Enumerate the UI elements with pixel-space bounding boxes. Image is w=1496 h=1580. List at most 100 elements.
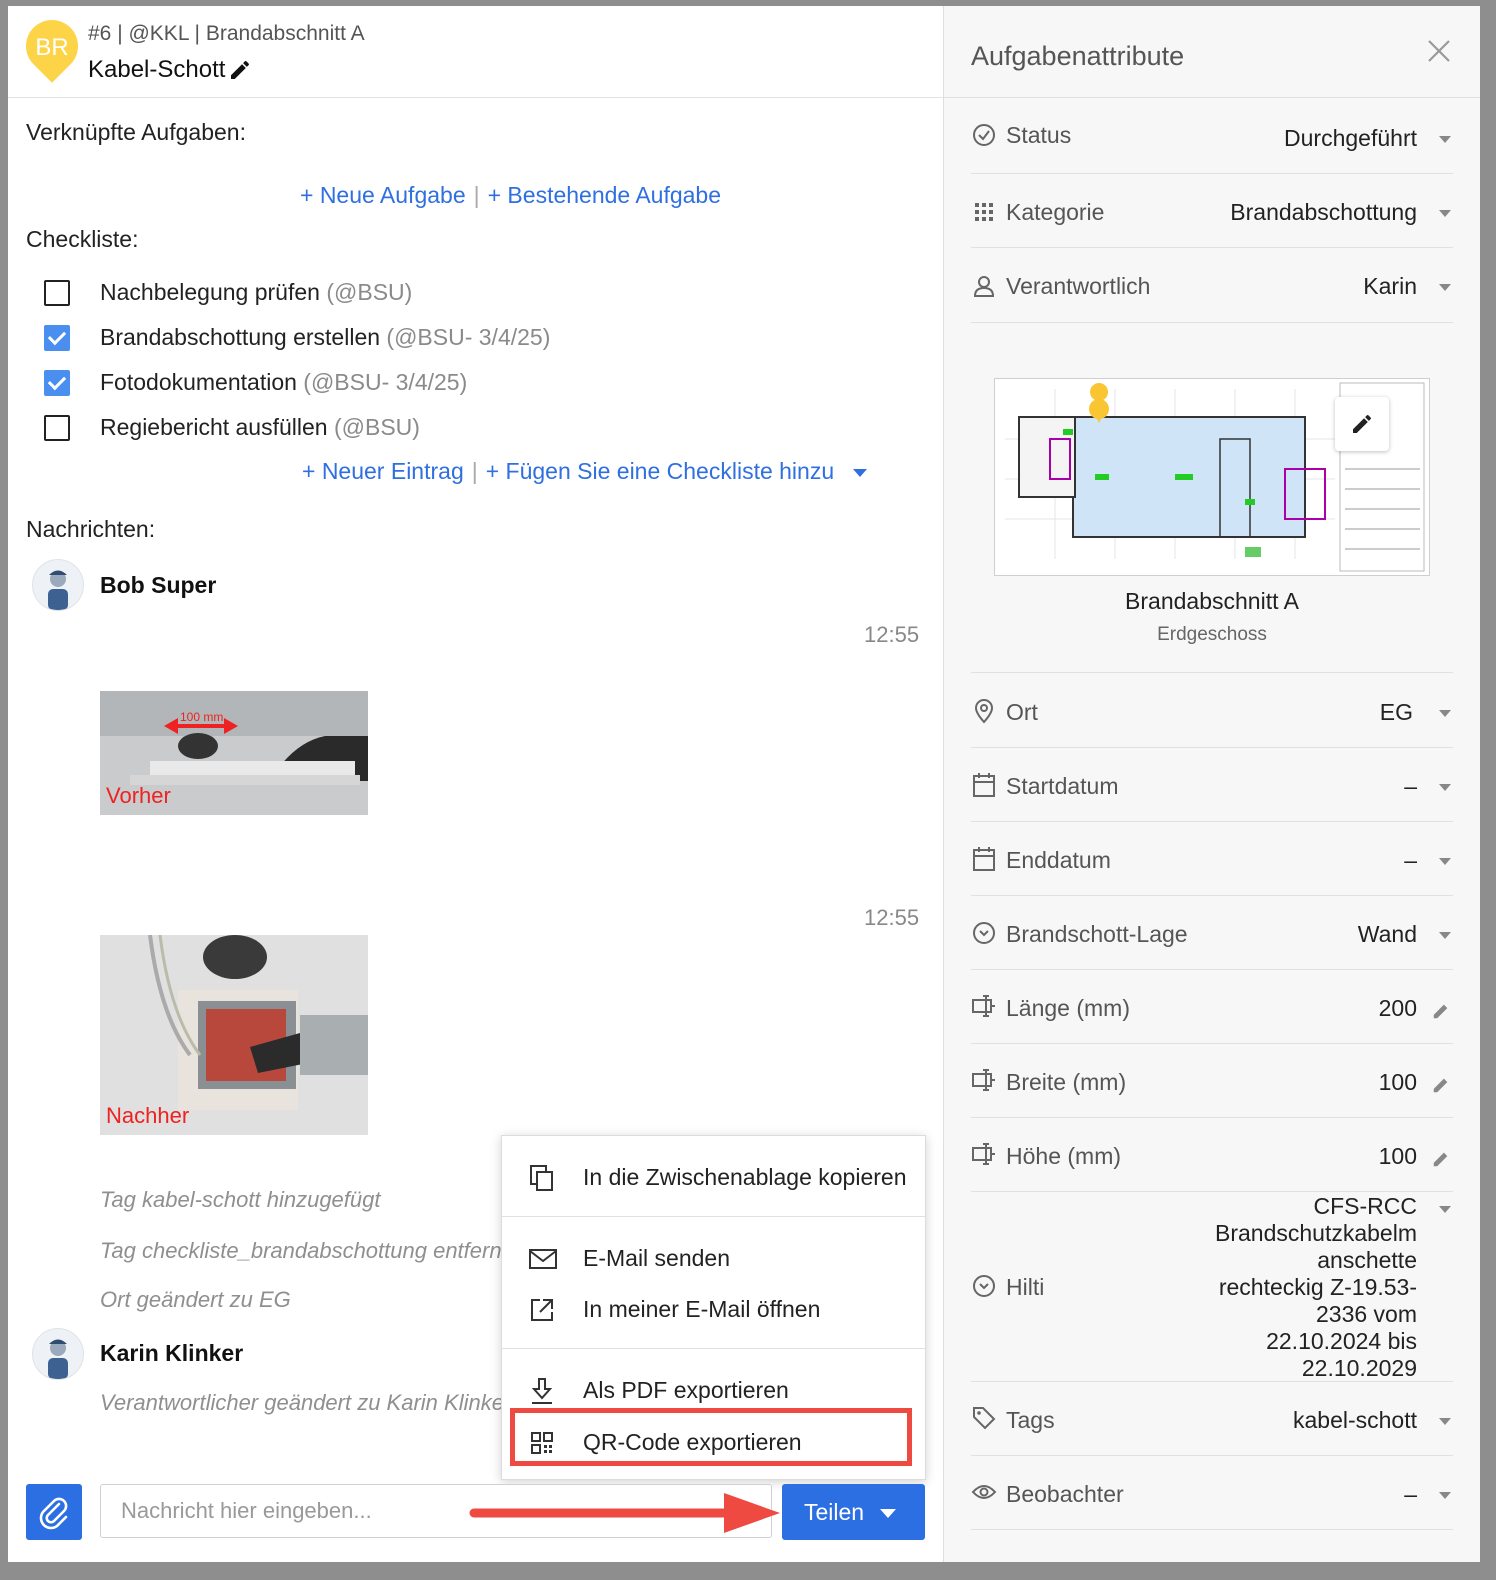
user-avatar-icon — [48, 1339, 68, 1379]
attr-fire-barrier-position[interactable]: Brandschott-Lage Wand — [971, 895, 1453, 970]
new-task-link[interactable]: + Neue Aufgabe — [300, 182, 466, 208]
attr-label: Kategorie — [1006, 199, 1105, 225]
attr-watchers[interactable]: Beobachter – — [971, 1455, 1453, 1530]
checklist-item-meta: (@BSU- 3/4/25) — [303, 369, 468, 395]
task-title[interactable]: Kabel-Schott — [88, 56, 225, 84]
attr-value: Wand — [1357, 921, 1417, 947]
plan-name: Brandabschnitt A — [1125, 588, 1299, 614]
photo-before[interactable]: 100 mm Vorher — [100, 691, 368, 815]
photo-caption: Nachher — [106, 1103, 190, 1128]
attr-end-date[interactable]: Enddatum – — [971, 821, 1453, 896]
caret-down-icon — [880, 1509, 896, 1518]
attr-status[interactable]: Status Durchgeführt — [971, 98, 1453, 174]
share-button-label: Teilen — [804, 1499, 865, 1525]
menu-item-label: In die Zwischenablage kopieren — [583, 1164, 907, 1190]
attr-value: – — [1404, 1481, 1417, 1507]
new-entry-link[interactable]: + Neuer Eintrag — [302, 458, 464, 484]
avatar — [32, 559, 84, 611]
checklist-checkbox[interactable] — [44, 280, 70, 306]
add-checklist-link[interactable]: + Fügen Sie eine Checkliste hinzu — [486, 458, 834, 484]
attr-length[interactable]: Länge (mm) 200 — [971, 969, 1453, 1044]
chevron-down-icon — [1439, 784, 1451, 791]
checklist-checkbox[interactable] — [44, 325, 70, 351]
floor-plan-thumbnail[interactable] — [994, 378, 1430, 576]
task-attributes-panel: Aufgabenattribute Status Durchgeführt Ka… — [943, 6, 1480, 1562]
attr-label: Tags — [1006, 1407, 1055, 1433]
tag-icon — [973, 1407, 996, 1430]
chevron-down-icon — [1439, 136, 1451, 143]
attr-label: Brandschott-Lage — [1006, 921, 1188, 947]
attr-location[interactable]: Ort EG — [971, 673, 1453, 748]
pin-initials: BR — [35, 34, 69, 61]
checklist-item-label: Nachbelegung prüfen — [100, 279, 320, 305]
checklist-item[interactable]: Regiebericht ausfüllen (@BSU) — [100, 414, 420, 441]
calendar-icon — [973, 847, 995, 871]
edit-plan-button[interactable] — [1335, 397, 1389, 451]
checklist-item[interactable]: Nachbelegung prüfen (@BSU) — [100, 279, 412, 306]
edit-title-icon[interactable] — [228, 58, 252, 82]
copy-icon — [530, 1165, 553, 1191]
menu-item-label: In meiner E-Mail öffnen — [583, 1296, 821, 1322]
close-icon[interactable] — [1426, 38, 1452, 64]
menu-item-label: Als PDF exportieren — [583, 1377, 789, 1403]
plan-floor: Erdgeschoss — [1157, 624, 1267, 645]
share-button[interactable]: Teilen — [782, 1484, 925, 1540]
activity-log-item: Ort geändert zu EG — [100, 1287, 291, 1312]
text-field-icon — [972, 995, 995, 1017]
checklist-checkbox[interactable] — [44, 415, 70, 441]
attr-start-date[interactable]: Startdatum – — [971, 747, 1453, 822]
highlight-box — [510, 1408, 912, 1466]
chevron-down-icon — [1439, 710, 1451, 717]
chevron-down-icon[interactable] — [852, 468, 867, 477]
chevron-down-icon — [1439, 1206, 1451, 1213]
checklist-item[interactable]: Brandabschottung erstellen (@BSU- 3/4/25… — [100, 324, 550, 351]
check-circle-icon — [973, 124, 995, 146]
attr-hilti[interactable]: Hilti CFS-RCC Brandschutzkabelm anschett… — [971, 1191, 1453, 1382]
separator: | — [471, 458, 478, 484]
menu-item-open-email[interactable]: In meiner E-Mail öffnen — [502, 1284, 925, 1334]
attr-category[interactable]: Kategorie Brandabschottung — [971, 173, 1453, 248]
chevron-down-icon — [1439, 1492, 1451, 1499]
external-link-icon — [531, 1299, 553, 1321]
attr-label: Startdatum — [1006, 773, 1119, 799]
checklist-checkbox[interactable] — [44, 370, 70, 396]
avatar — [32, 1328, 84, 1380]
messages-heading: Nachrichten: — [26, 516, 156, 542]
task-header: BR #6 | @KKL | Brandabschnitt A Kabel-Sc… — [8, 6, 943, 98]
chevron-circle-icon — [973, 1275, 995, 1297]
checklist-item-label: Brandabschottung erstellen — [100, 324, 381, 350]
user-avatar-icon — [48, 570, 68, 610]
measurement-label: 100 mm — [180, 710, 224, 724]
chevron-down-icon — [1439, 284, 1451, 291]
existing-task-link[interactable]: + Bestehende Aufgabe — [488, 182, 721, 208]
checklist-item-label: Regiebericht ausfüllen — [100, 414, 328, 440]
checklist-heading: Checkliste: — [26, 226, 139, 252]
attr-height[interactable]: Höhe (mm) 100 — [971, 1117, 1453, 1192]
menu-item-copy[interactable]: In die Zwischenablage kopieren — [502, 1152, 925, 1202]
menu-item-send-email[interactable]: E-Mail senden — [502, 1233, 925, 1283]
attr-responsible[interactable]: Verantwortlich Karin — [971, 247, 1453, 323]
photo-after[interactable]: Nachher — [100, 935, 368, 1135]
attr-label: Beobachter — [1006, 1481, 1124, 1507]
activity-log-item: Verantwortlicher geändert zu Karin Klink… — [100, 1390, 512, 1415]
user-icon — [973, 276, 995, 297]
pencil-icon[interactable] — [1431, 1147, 1453, 1169]
message-author: Bob Super — [100, 572, 217, 598]
checklist-item-label: Fotodokumentation — [100, 369, 297, 395]
attr-tags[interactable]: Tags kabel-schott — [971, 1381, 1453, 1456]
photo-caption: Vorher — [106, 783, 171, 808]
menu-divider — [502, 1348, 925, 1349]
pencil-icon[interactable] — [1431, 999, 1453, 1021]
attr-value: CFS-RCC Brandschutzkabelm anschette rech… — [1215, 1193, 1417, 1381]
checklist-actions: + Neuer Eintrag | + Fügen Sie eine Checkli… — [302, 458, 867, 485]
pencil-icon[interactable] — [1431, 1073, 1453, 1095]
attach-button[interactable] — [26, 1484, 82, 1540]
linked-tasks-heading: Verknüpfte Aufgaben: — [26, 119, 246, 145]
attr-width[interactable]: Breite (mm) 100 — [971, 1043, 1453, 1118]
checklist-item[interactable]: Fotodokumentation (@BSU- 3/4/25) — [100, 369, 467, 396]
pencil-icon — [1353, 414, 1371, 433]
breadcrumb: #6 | @KKL | Brandabschnitt A — [88, 22, 365, 45]
attr-value: Durchgeführt — [1284, 125, 1417, 151]
arrow-annotation-icon — [469, 1493, 780, 1533]
attr-value: kabel-schott — [1292, 1407, 1417, 1433]
